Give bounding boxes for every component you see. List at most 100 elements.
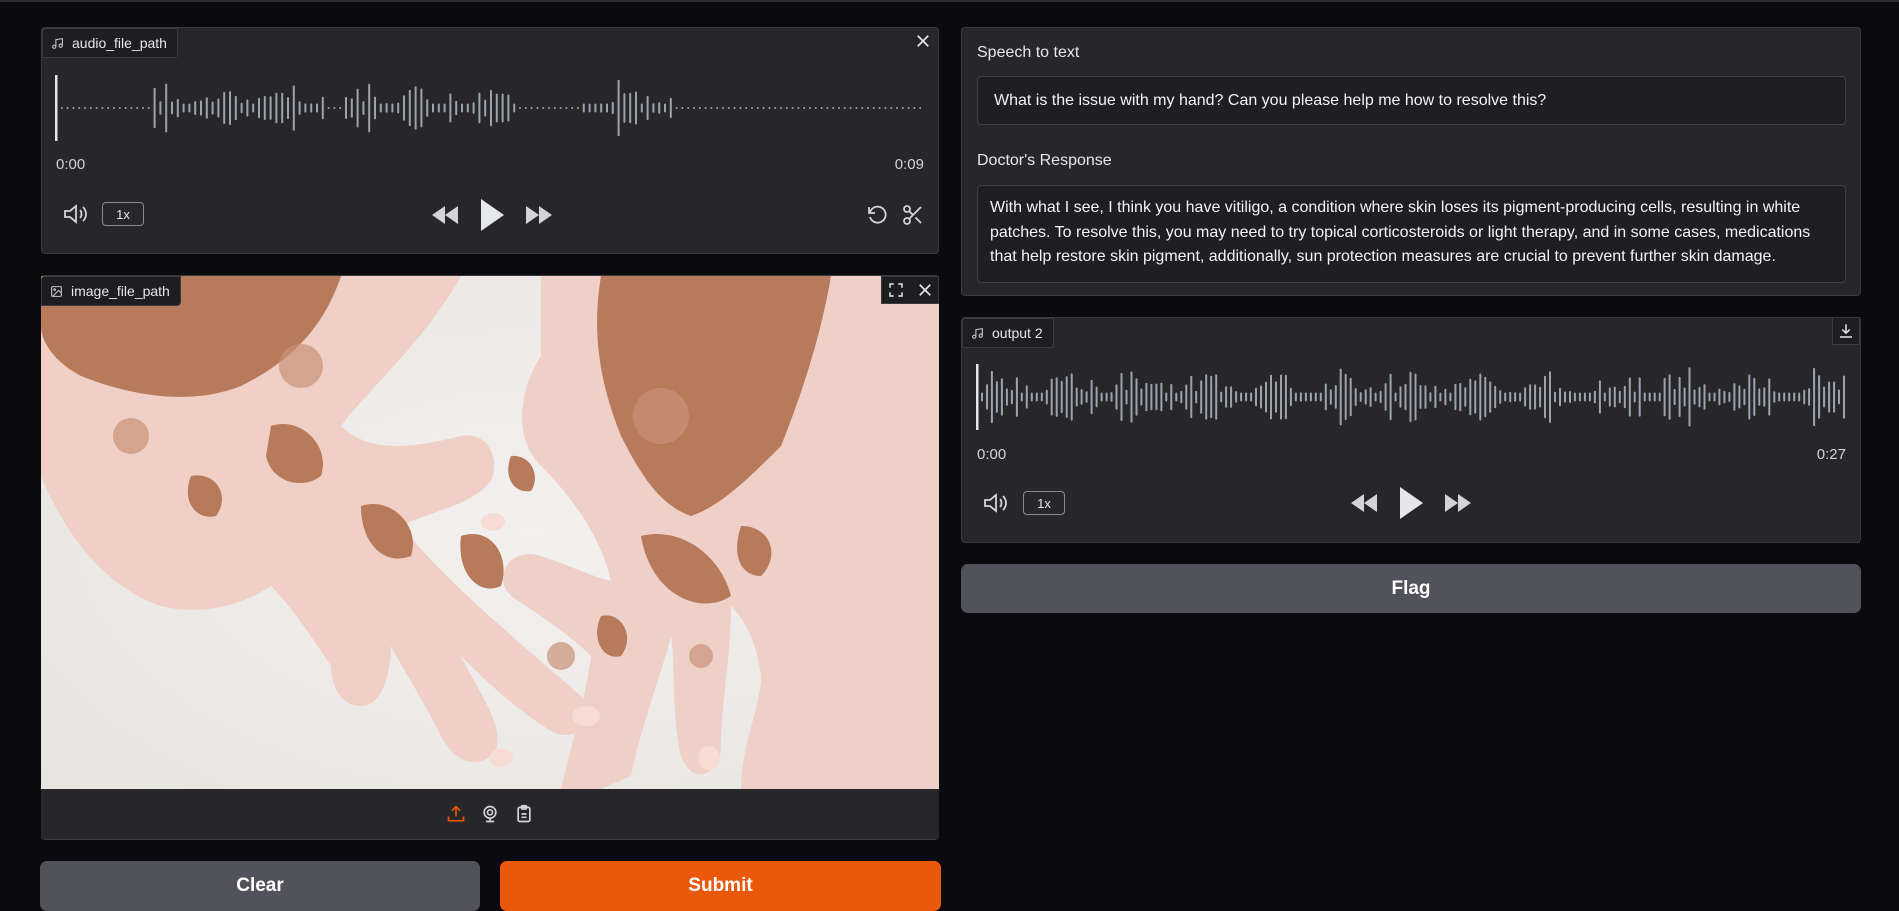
waveform-bar [803,107,806,109]
waveform-bar [664,103,666,113]
audio-input-play-button[interactable] [475,195,509,235]
audio-output-rewind-button[interactable] [1347,490,1381,516]
waveform-bar [1668,374,1671,420]
audio-input-rewind-button[interactable] [428,202,462,228]
waveform-bar [611,101,614,115]
waveform-bar [814,107,817,109]
waveform-bar [1294,392,1297,402]
upload-source-button[interactable] [446,804,466,824]
waveform-bar [1758,388,1761,406]
waveform-bar [1140,388,1143,406]
audio-output-play-button[interactable] [1394,483,1428,523]
waveform-bar [768,107,771,109]
image-fullscreen-button[interactable] [882,276,910,304]
waveform-bar [1344,373,1347,421]
doctor-response-output[interactable]: With what I see, I think you have vitili… [977,185,1846,283]
waveform-bar [1100,392,1103,402]
waveform-bar [1145,382,1148,412]
image-close-button[interactable] [911,276,939,304]
waveform-bar [722,107,724,109]
audio-input-speed-button[interactable]: 1x [102,202,144,226]
waveform-bar [426,99,429,117]
waveform-bar [1509,391,1512,403]
playhead-cursor[interactable] [976,364,979,430]
waveform-bar [553,107,556,109]
waveform-bar [1235,391,1238,403]
waveform-bar [379,103,382,113]
audio-input-undo-button[interactable] [864,201,892,229]
waveform-bar [1384,383,1387,411]
waveform-bar [130,107,133,109]
waveform-bar [437,103,440,113]
waveform-bar [1240,392,1243,402]
waveform-bar [1150,383,1153,411]
waveform-bar [849,107,852,109]
waveform-bar [588,103,591,113]
waveform-bar [176,98,179,118]
waveform-bar [1309,392,1312,402]
audio-input-waveform[interactable] [55,73,925,143]
waveform-bar [1015,377,1018,417]
audio-output-speed-button[interactable]: 1x [1023,491,1065,515]
waveform-bar [704,107,707,109]
waveform-bar [617,79,620,137]
audio-input-trim-button[interactable] [899,201,927,229]
webcam-source-button[interactable] [480,804,500,824]
speech-to-text-output[interactable]: What is the issue with my hand? Can you … [977,76,1846,125]
waveform-bar [785,107,788,109]
upload-icon [447,805,465,822]
waveform-bar [1329,389,1332,405]
waveform-bar [1030,392,1033,402]
audio-input-current-time: 0:00 [56,156,86,173]
clipboard-source-button[interactable] [514,804,534,824]
waveform-bar [919,107,922,109]
waveform-bar [1374,392,1377,402]
submit-button[interactable]: Submit [500,861,941,911]
waveform-bar [292,85,295,131]
waveform-bar [986,384,988,410]
waveform-bar [391,103,394,113]
waveform-bar [640,103,643,113]
audio-output-forward-button[interactable] [1441,490,1475,516]
waveform-bar [1260,385,1262,409]
waveform-bar [981,392,983,402]
waveform-bar [171,101,173,115]
waveform-bar [1275,381,1277,413]
audio-input-forward-button[interactable] [522,202,556,228]
waveform-bar [1245,392,1248,402]
audio-output-waveform[interactable] [976,362,1848,432]
waveform-bar [1688,367,1691,427]
audio-input-close-button[interactable] [909,27,937,55]
audio-input-volume-button[interactable] [62,200,90,228]
waveform-bar [495,93,498,123]
waveform-bar [675,107,678,109]
waveform-bar [298,101,301,115]
waveform-bar [1439,392,1442,402]
waveform-bar [461,103,463,113]
waveform-bar [530,107,533,109]
waveform-bar [832,107,835,109]
waveform-bar [519,107,521,109]
audio-output-download-button[interactable] [1832,317,1860,345]
flag-button[interactable]: Flag [961,564,1861,613]
waveform-bar [1803,389,1806,405]
waveform-bar [362,101,365,115]
audio-output-volume-button[interactable] [982,489,1010,517]
waveform-bar [374,96,376,120]
image-icon [51,285,62,297]
audio-input-label-text: audio_file_path [72,35,167,51]
waveform-bar [1484,376,1487,418]
image-source-bar [41,789,939,839]
waveform-bar [339,107,342,109]
waveform-bar [1060,380,1063,414]
waveform-bar [1090,379,1093,415]
waveform-bar [1623,385,1626,409]
waveform-bar [733,107,736,109]
waveform-bar [217,98,220,118]
clear-button[interactable]: Clear [40,861,480,911]
waveform-bar [838,107,840,109]
waveform-bar [484,99,487,117]
waveform-bar [147,107,150,109]
play-icon [481,199,504,231]
playhead-cursor[interactable] [55,75,58,141]
